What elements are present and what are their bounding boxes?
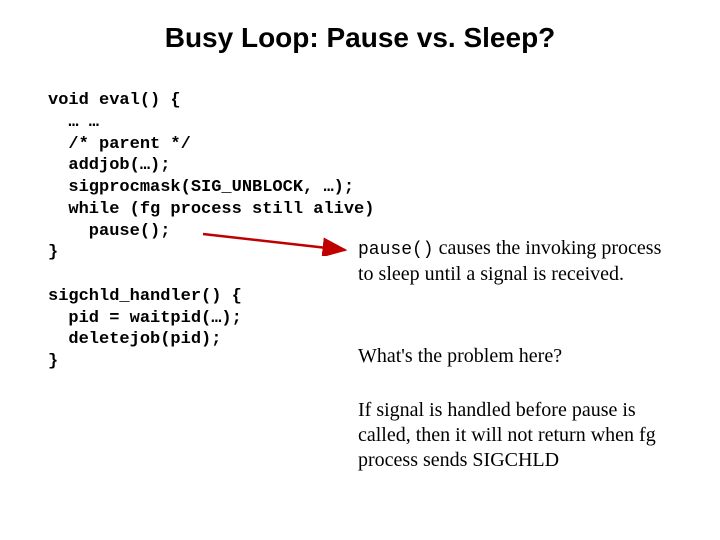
code-line: deletejob(pid); [48, 330, 221, 349]
code-line: sigprocmask(SIG_UNBLOCK, …); [48, 178, 354, 197]
code-line: /* parent */ [48, 135, 191, 154]
code-line: while (fg process still alive) [48, 200, 374, 219]
annotation-pause: pause() causes the invoking process to s… [358, 236, 678, 287]
code-line: } [48, 243, 58, 262]
code-line: } [48, 352, 58, 371]
code-line: addjob(…); [48, 156, 170, 175]
code-line: pid = waitpid(…); [48, 309, 242, 328]
code-line: void eval() { [48, 91, 181, 110]
code-block: void eval() { … … /* parent */ addjob(…)… [48, 90, 374, 373]
pause-fn-name: pause() [358, 240, 434, 260]
annotation-question: What's the problem here? [358, 344, 678, 369]
annotation-problem: If signal is handled before pause is cal… [358, 398, 688, 473]
slide: Busy Loop: Pause vs. Sleep? void eval() … [0, 0, 720, 540]
code-line: pause(); [48, 222, 170, 241]
slide-title: Busy Loop: Pause vs. Sleep? [0, 22, 720, 54]
code-line: sigchld_handler() { [48, 287, 242, 306]
code-line: … … [48, 113, 99, 132]
